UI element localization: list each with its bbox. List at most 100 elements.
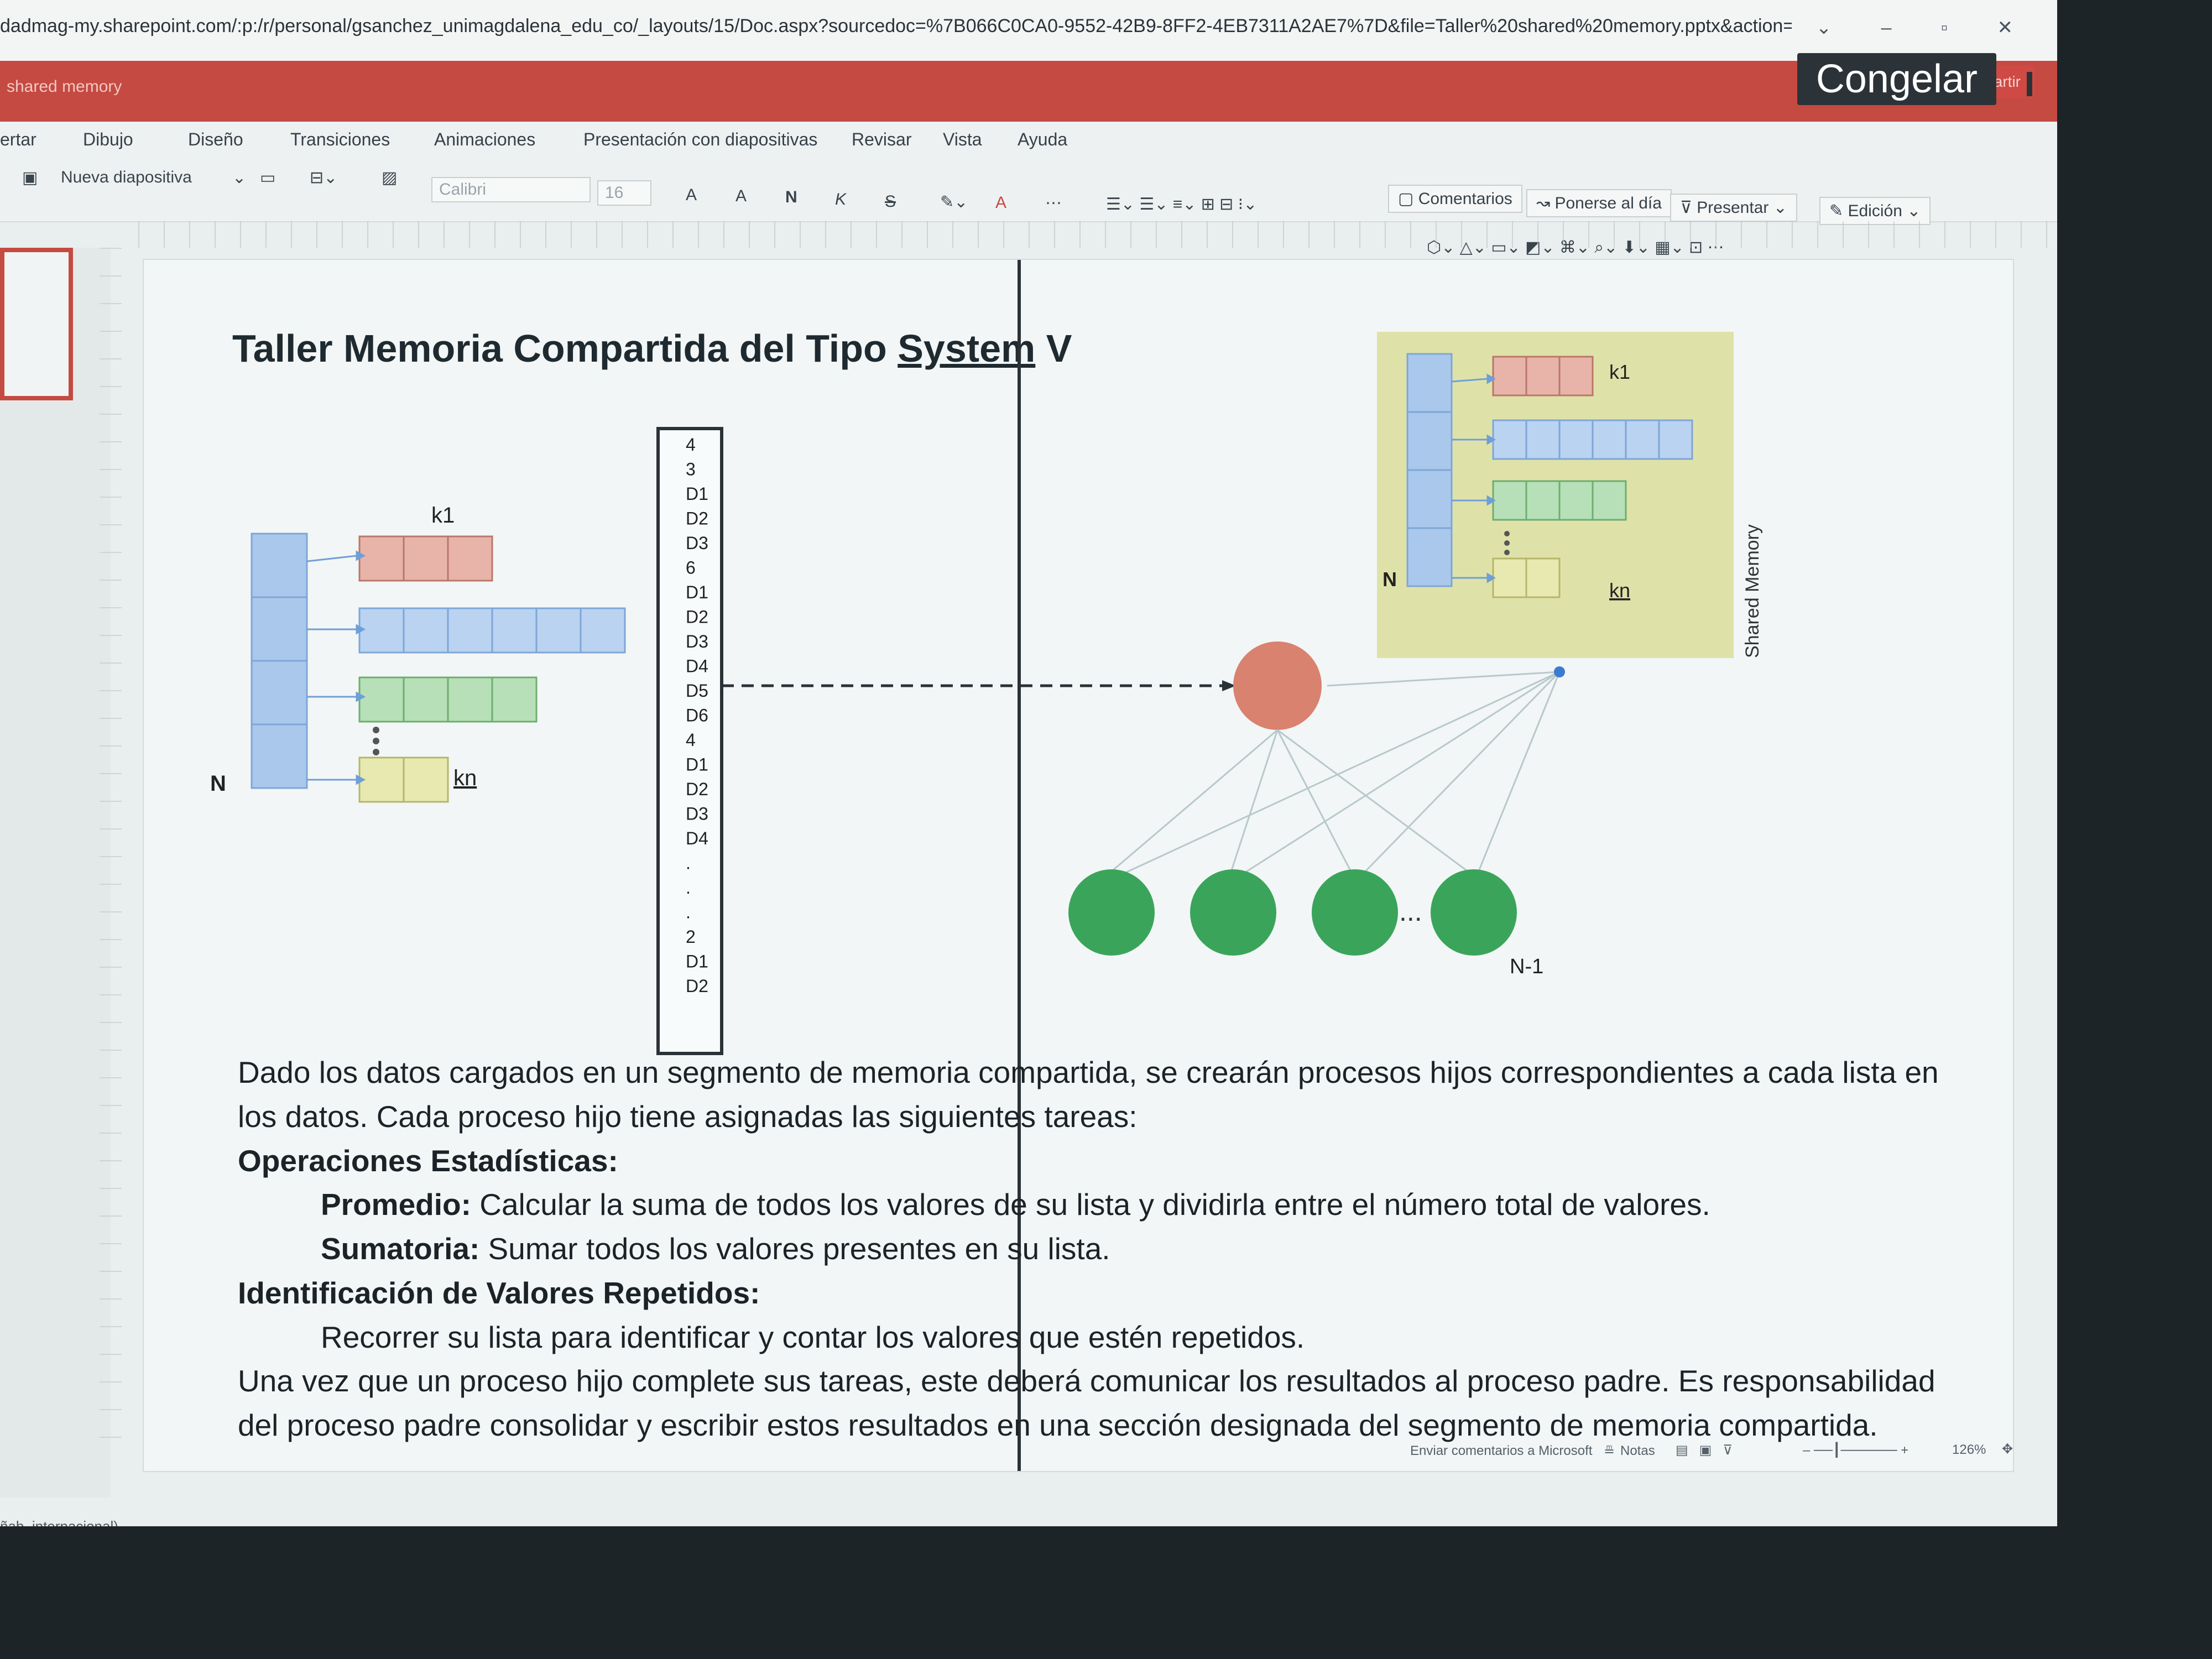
tab-dibujo[interactable]: Dibujo [83, 129, 133, 150]
children-label: N-1 [1510, 955, 1543, 978]
toolbar: ▣ Nueva diapositiva ⌄ ▭ ⊟⌄ ▨ Calibri 16 … [0, 160, 2057, 257]
data-column-item: 4 [686, 730, 696, 750]
slide-canvas[interactable]: Taller Memoria Compartida del Tipo Syste… [144, 260, 2013, 1471]
edit-mode-label: Edición [1848, 202, 1902, 220]
highlight-icon[interactable]: ✎⌄ [940, 192, 968, 212]
notes-icon[interactable]: ≞ [1604, 1443, 1615, 1459]
congelar-more-icon[interactable] [2027, 72, 2032, 96]
layout-icon[interactable]: ▭ [260, 168, 275, 187]
shrink-font-icon[interactable]: A [735, 187, 747, 206]
data-column-item: . [686, 902, 691, 922]
data-column-item: D1 [686, 952, 708, 972]
shared-memory-label: Shared Memory [1742, 524, 1763, 658]
left-index-array [251, 533, 308, 789]
file-name[interactable]: shared memory [7, 77, 122, 96]
data-column-item: 6 [686, 558, 696, 578]
left-label-n: N [210, 771, 226, 796]
bold-button[interactable]: N [785, 188, 797, 207]
screen: dadmag-my.sharepoint.com/:p:/r/personal/… [0, 0, 2057, 1526]
horizontal-ruler [138, 221, 2057, 248]
data-column-item: D3 [686, 632, 708, 651]
catch-up-label: Ponerse al día [1554, 194, 1662, 212]
title-bar: shared memory [0, 61, 2057, 122]
data-column-item: 2 [686, 927, 696, 947]
pencil-icon: ✎ [1829, 202, 1848, 220]
data-column-item: . [686, 878, 691, 898]
picture-icon[interactable]: ▨ [382, 168, 397, 187]
font-name-select[interactable]: Calibri [431, 177, 591, 202]
right-label-k1: k1 [1609, 361, 1630, 383]
tab-vista[interactable]: Vista [943, 129, 982, 150]
new-slide-icon[interactable]: ▣ [22, 168, 38, 187]
body-text[interactable]: Dado los datos cargados en un segmento d… [238, 1051, 1980, 1448]
catch-up-icon: ↝ [1536, 194, 1555, 212]
bullet-promedio: Promedio: Calcular la suma de todos los … [238, 1183, 1980, 1227]
data-column-item: D1 [686, 755, 708, 775]
left-list-green [358, 676, 538, 723]
italic-button[interactable]: K [835, 190, 846, 209]
data-column-item: D2 [686, 509, 708, 529]
feedback-link[interactable]: Enviar comentarios a Microsoft [1410, 1443, 1592, 1459]
font-color-icon[interactable]: A [995, 194, 1006, 212]
thumbnail-panel [0, 248, 111, 1498]
congelar-button[interactable]: Congelar [1797, 53, 1996, 105]
slide-thumbnail-1[interactable] [0, 248, 73, 400]
window-controls[interactable]: ⌄ – ▫ ✕ [1816, 17, 2035, 39]
data-column-item: 4 [686, 435, 696, 455]
child-process-1 [1068, 869, 1155, 956]
notes-button[interactable]: Notas [1620, 1443, 1655, 1459]
left-list-blue [358, 607, 626, 654]
present-icon: ⊽ [1680, 199, 1697, 217]
bullets-icon[interactable]: ☰⌄ ☰⌄ ≡⌄ ⊞ ⊟ ⁝⌄ [1106, 195, 1257, 214]
tab-ayuda[interactable]: Ayuda [1018, 129, 1067, 150]
data-column-item: D2 [686, 976, 708, 996]
grow-font-icon[interactable]: A [686, 186, 697, 205]
new-slide-button[interactable]: Nueva diapositiva [61, 168, 192, 187]
chevron-down-icon[interactable]: ⌄ [232, 168, 246, 187]
children-ellipsis: ... [1399, 896, 1422, 927]
comments-button[interactable]: ▢ Comentarios [1388, 185, 1522, 213]
tab-insertar[interactable]: ertar [0, 129, 36, 150]
right-list-green [1492, 480, 1627, 521]
parent-process-node [1233, 641, 1322, 730]
comments-label: Comentarios [1418, 190, 1512, 208]
more-icon[interactable]: ⋯ [1045, 194, 1062, 213]
tab-transiciones[interactable]: Transiciones [290, 129, 390, 150]
ribbon-tabs: ertar Dibujo Diseño Transiciones Animaci… [0, 122, 2057, 160]
zoom-slider[interactable]: – ──┃────── + [1803, 1442, 1908, 1458]
font-size-select[interactable]: 16 [597, 180, 651, 206]
tab-diseno[interactable]: Diseño [188, 129, 243, 150]
heading-repetidos: Identificación de Valores Repetidos: [238, 1275, 760, 1310]
strike-button[interactable]: S [885, 192, 896, 211]
data-column-item: D1 [686, 484, 708, 504]
view-icons[interactable]: ▤ ▣ ⊽ [1676, 1442, 1733, 1458]
right-list-yellow [1492, 557, 1561, 598]
data-column-item: D4 [686, 828, 708, 848]
data-column-item: D2 [686, 607, 708, 627]
section-icon[interactable]: ⊟⌄ [310, 168, 337, 187]
tab-presentacion[interactable]: Presentación con diapositivas [583, 129, 817, 150]
present-button[interactable]: ⊽ Presentar ⌄ [1670, 194, 1797, 222]
catch-up-button[interactable]: ↝ Ponerse al día [1526, 189, 1672, 217]
locale-text: ñab. internacional) [0, 1518, 118, 1526]
fit-slide-icon[interactable]: ✥ [2002, 1441, 2013, 1457]
data-column-item: D3 [686, 533, 708, 553]
sumatoria-label: Sumatoria: [321, 1232, 480, 1266]
memory-diagram: k1 kn N 4 3 D1 D2 D3 6 D1 D2 D3 D4 D5 D6 4 D1 D2 D3 D4..… [210, 332, 1763, 1055]
child-process-2 [1190, 869, 1276, 956]
process-connectors [1108, 671, 1561, 878]
right-label-n: N [1383, 568, 1397, 591]
data-column-item: 3 [686, 460, 696, 479]
data-column-item: D6 [686, 706, 708, 726]
zoom-level[interactable]: 126% [1952, 1442, 1986, 1458]
tab-animaciones[interactable]: Animaciones [434, 129, 535, 150]
heading-operaciones: Operaciones Estadísticas: [238, 1143, 618, 1178]
child-process-n [1431, 869, 1517, 956]
address-bar[interactable]: dadmag-my.sharepoint.com/:p:/r/personal/… [0, 0, 2057, 62]
right-list-blue [1492, 419, 1693, 460]
promedio-text: Calcular la suma de todos los valores de… [471, 1187, 1710, 1222]
url-text[interactable]: dadmag-my.sharepoint.com/:p:/r/personal/… [0, 15, 1792, 37]
tab-revisar[interactable]: Revisar [852, 129, 911, 150]
left-arrows [306, 550, 366, 785]
sumatoria-text: Sumar todos los valores presentes en su … [479, 1232, 1110, 1266]
